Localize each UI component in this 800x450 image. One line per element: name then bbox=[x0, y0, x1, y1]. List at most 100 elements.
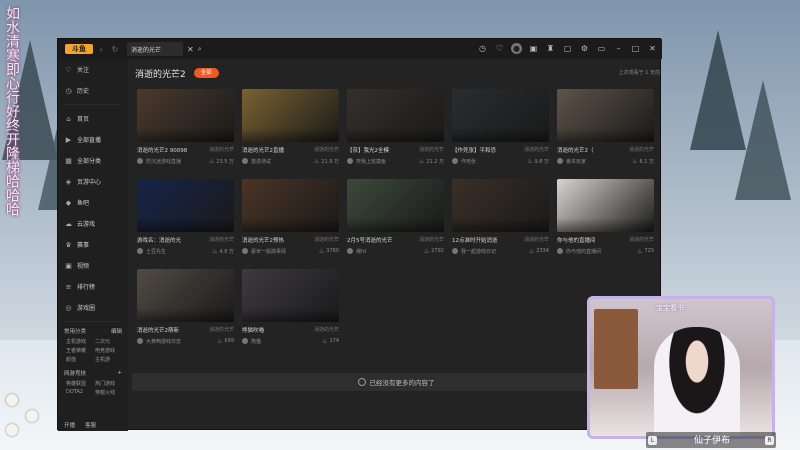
streamer-info[interactable]: 我一起游戏日记 bbox=[452, 248, 496, 255]
sidebar-item-cloud[interactable]: ☁ 云游戏 bbox=[58, 213, 128, 234]
stream-thumbnail[interactable] bbox=[557, 89, 654, 142]
minimize-window-icon[interactable]: – bbox=[613, 43, 624, 54]
stream-thumbnail[interactable] bbox=[452, 89, 549, 142]
refresh-icon[interactable]: ↻ bbox=[109, 45, 121, 54]
stream-category[interactable]: 消逝的光芒 bbox=[314, 146, 339, 154]
sidebar-item-clock[interactable]: ◷ 历史 bbox=[58, 80, 128, 101]
stream-category[interactable]: 消逝的光芒 bbox=[629, 146, 654, 154]
stream-thumbnail[interactable] bbox=[557, 179, 654, 232]
start-live-button[interactable]: 开播 bbox=[64, 421, 75, 429]
minimize-icon[interactable]: ▭ bbox=[596, 43, 607, 54]
task-icon[interactable]: ▣ bbox=[528, 43, 539, 54]
stream-title[interactable]: 游戏名：消逝的光 bbox=[137, 236, 181, 244]
streamer-info[interactable]: 奈我上班摸鱼 bbox=[347, 158, 386, 165]
heart-icon[interactable]: ♡ bbox=[494, 43, 505, 54]
common-category-item[interactable]: 主机游戏 bbox=[66, 338, 91, 345]
stream-card[interactable]: 你与他的直播间 消逝的光芒 你与他的直播间 ♨ 725 bbox=[557, 179, 654, 261]
stream-category[interactable]: 消逝的光芒 bbox=[524, 146, 549, 154]
shirt-icon[interactable]: ♜ bbox=[545, 43, 556, 54]
stream-card[interactable]: 【奈】我光2全模 消逝的光芒 奈我上班摸鱼 ♨ 21.2 万 bbox=[347, 89, 444, 171]
stream-card[interactable]: 消逝的光芒2萌新 消逝的光芒 大黄鸭游戏日志 ♨ 699 bbox=[137, 269, 234, 351]
streamer-info[interactable]: 土豆先生 bbox=[137, 248, 166, 255]
search-icon[interactable]: ⌕ bbox=[198, 45, 202, 54]
stream-category[interactable]: 消逝的光芒 bbox=[629, 236, 654, 244]
tab-current[interactable]: 消逝的光芒 bbox=[127, 42, 183, 56]
sidebar-item-grid[interactable]: ▦ 全部分类 bbox=[58, 150, 128, 171]
stream-category[interactable]: 消逝的光芒 bbox=[314, 236, 339, 244]
recommend-item[interactable]: 英雄联盟 bbox=[66, 380, 91, 387]
stream-thumbnail[interactable] bbox=[347, 89, 444, 142]
filter-pill-all[interactable]: 全部 bbox=[193, 68, 219, 78]
streamer-info[interactable]: 作死张 bbox=[452, 158, 476, 165]
stream-card[interactable]: 消逝的光芒2预热 消逝的光芒 豪米一般搞事情 ♨ 3780 bbox=[242, 179, 339, 261]
recommend-item[interactable]: 穿越火线 bbox=[95, 389, 120, 396]
stream-category[interactable]: 消逝的光芒 bbox=[209, 236, 234, 244]
stream-category[interactable]: 消逝的光芒 bbox=[209, 146, 234, 154]
stream-thumbnail[interactable] bbox=[242, 179, 339, 232]
common-category-item[interactable]: 电竞游戏 bbox=[95, 347, 120, 354]
sidebar-item-home[interactable]: ⌂ 首页 bbox=[58, 108, 128, 129]
stream-thumbnail[interactable] bbox=[137, 269, 234, 322]
recommend-item[interactable]: 热门游戏 bbox=[95, 380, 120, 387]
streamer-info[interactable]: 你与他的直播间 bbox=[557, 248, 601, 255]
stream-thumbnail[interactable] bbox=[347, 179, 444, 232]
close-icon[interactable]: ✕ bbox=[187, 45, 194, 54]
back-arrow-icon[interactable]: ‹ bbox=[95, 45, 107, 54]
sidebar-item-fish[interactable]: ◆ 鱼吧 bbox=[58, 192, 128, 213]
common-category-item[interactable]: 颜值 bbox=[66, 356, 91, 363]
stream-card[interactable]: 2月5号消逝的光芒 消逝的光芒 俄fd ♨ 2792 bbox=[347, 179, 444, 261]
streamer-info[interactable]: 大黄鸭游戏日志 bbox=[137, 338, 181, 345]
stream-category[interactable]: 消逝的光芒 bbox=[209, 326, 234, 334]
stream-title[interactable]: 消逝的光芒2直播 bbox=[242, 146, 284, 154]
stream-card[interactable]: 消逝的光芒2（ 消逝的光芒 番本玩家 ♨ 6.1 万 bbox=[557, 89, 654, 171]
stream-card[interactable]: 12点准时开始消逝 消逝的光芒 我一起游戏日记 ♨ 2334 bbox=[452, 179, 549, 261]
service-button[interactable]: 客服 bbox=[85, 421, 96, 429]
sidebar-item-rank[interactable]: ≡ 排行榜 bbox=[58, 276, 128, 297]
stream-category[interactable]: 消逝的光芒 bbox=[314, 326, 339, 334]
avatar[interactable]: ● bbox=[511, 43, 522, 54]
stream-title[interactable]: 你与他的直播间 bbox=[557, 236, 596, 244]
stream-title[interactable]: 【作死张】平和恐 bbox=[452, 146, 496, 154]
sidebar-item-trophy[interactable]: ♛ 赛事 bbox=[58, 234, 128, 255]
sidebar-item-circle[interactable]: ◎ 游戏圈 bbox=[58, 297, 128, 318]
stream-title[interactable]: 消逝的光芒2萌新 bbox=[137, 326, 179, 334]
stream-title[interactable]: 消逝的光芒2（ bbox=[557, 146, 594, 154]
recommend-item[interactable]: DOTA2 bbox=[66, 389, 91, 396]
stream-title[interactable]: 消逝的光芒2 90098 bbox=[137, 146, 187, 154]
stream-title[interactable]: 2月5号消逝的光芒 bbox=[347, 236, 393, 244]
stream-thumbnail[interactable] bbox=[242, 269, 339, 322]
sidebar-item-game[interactable]: ◈ 页游中心 bbox=[58, 171, 128, 192]
common-category-item[interactable]: 王者荣耀 bbox=[66, 347, 91, 354]
stream-thumbnail[interactable] bbox=[242, 89, 339, 142]
streamer-info[interactable]: 激进测试 bbox=[242, 158, 271, 165]
window-close-icon[interactable]: ✕ bbox=[647, 43, 658, 54]
stream-title[interactable]: 熊猫吹喵 bbox=[242, 326, 264, 334]
stream-category[interactable]: 消逝的光芒 bbox=[524, 236, 549, 244]
streamer-info[interactable]: 豪米一般搞事情 bbox=[242, 248, 286, 255]
gear-icon[interactable]: ⚙ bbox=[579, 43, 590, 54]
streamer-info[interactable]: 番本玩家 bbox=[557, 158, 586, 165]
stream-title[interactable]: 【奈】我光2全模 bbox=[347, 146, 389, 154]
maximize-icon[interactable]: □ bbox=[630, 43, 641, 54]
common-category-item[interactable]: 主机游 bbox=[95, 356, 120, 363]
stream-card[interactable]: 消逝的光芒2 90098 消逝的光芒 防沉迷游戏直播 ♨ 23.5 万 bbox=[137, 89, 234, 171]
sidebar-item-play[interactable]: ▶ 全部直播 bbox=[58, 129, 128, 150]
stream-card[interactable]: 游戏名：消逝的光 消逝的光芒 土豆先生 ♨ 4.8 万 bbox=[137, 179, 234, 261]
stream-thumbnail[interactable] bbox=[137, 179, 234, 232]
stream-card[interactable]: 【作死张】平和恐 消逝的光芒 作死张 ♨ 9.8 万 bbox=[452, 89, 549, 171]
stream-title[interactable]: 12点准时开始消逝 bbox=[452, 236, 498, 244]
stream-title[interactable]: 消逝的光芒2预热 bbox=[242, 236, 284, 244]
sidebar-item-heart[interactable]: ♡ 关注 bbox=[58, 59, 128, 80]
common-category-edit[interactable]: 编辑 bbox=[111, 327, 122, 335]
stream-card[interactable]: 消逝的光芒2直播 消逝的光芒 激进测试 ♨ 21.9 万 bbox=[242, 89, 339, 171]
streamer-info[interactable]: 俄fd bbox=[347, 248, 366, 255]
stream-category[interactable]: 消逝的光芒 bbox=[419, 236, 444, 244]
history-icon[interactable]: ◷ bbox=[477, 43, 488, 54]
streamer-info[interactable]: 防沉迷游戏直播 bbox=[137, 158, 181, 165]
common-category-item[interactable]: 二次元 bbox=[95, 338, 120, 345]
stream-thumbnail[interactable] bbox=[452, 179, 549, 232]
streamer-info[interactable]: 熊猫 bbox=[242, 338, 261, 345]
stream-thumbnail[interactable] bbox=[137, 89, 234, 142]
sidebar-item-video[interactable]: ▣ 视频 bbox=[58, 255, 128, 276]
plus-icon[interactable]: + bbox=[117, 370, 122, 376]
